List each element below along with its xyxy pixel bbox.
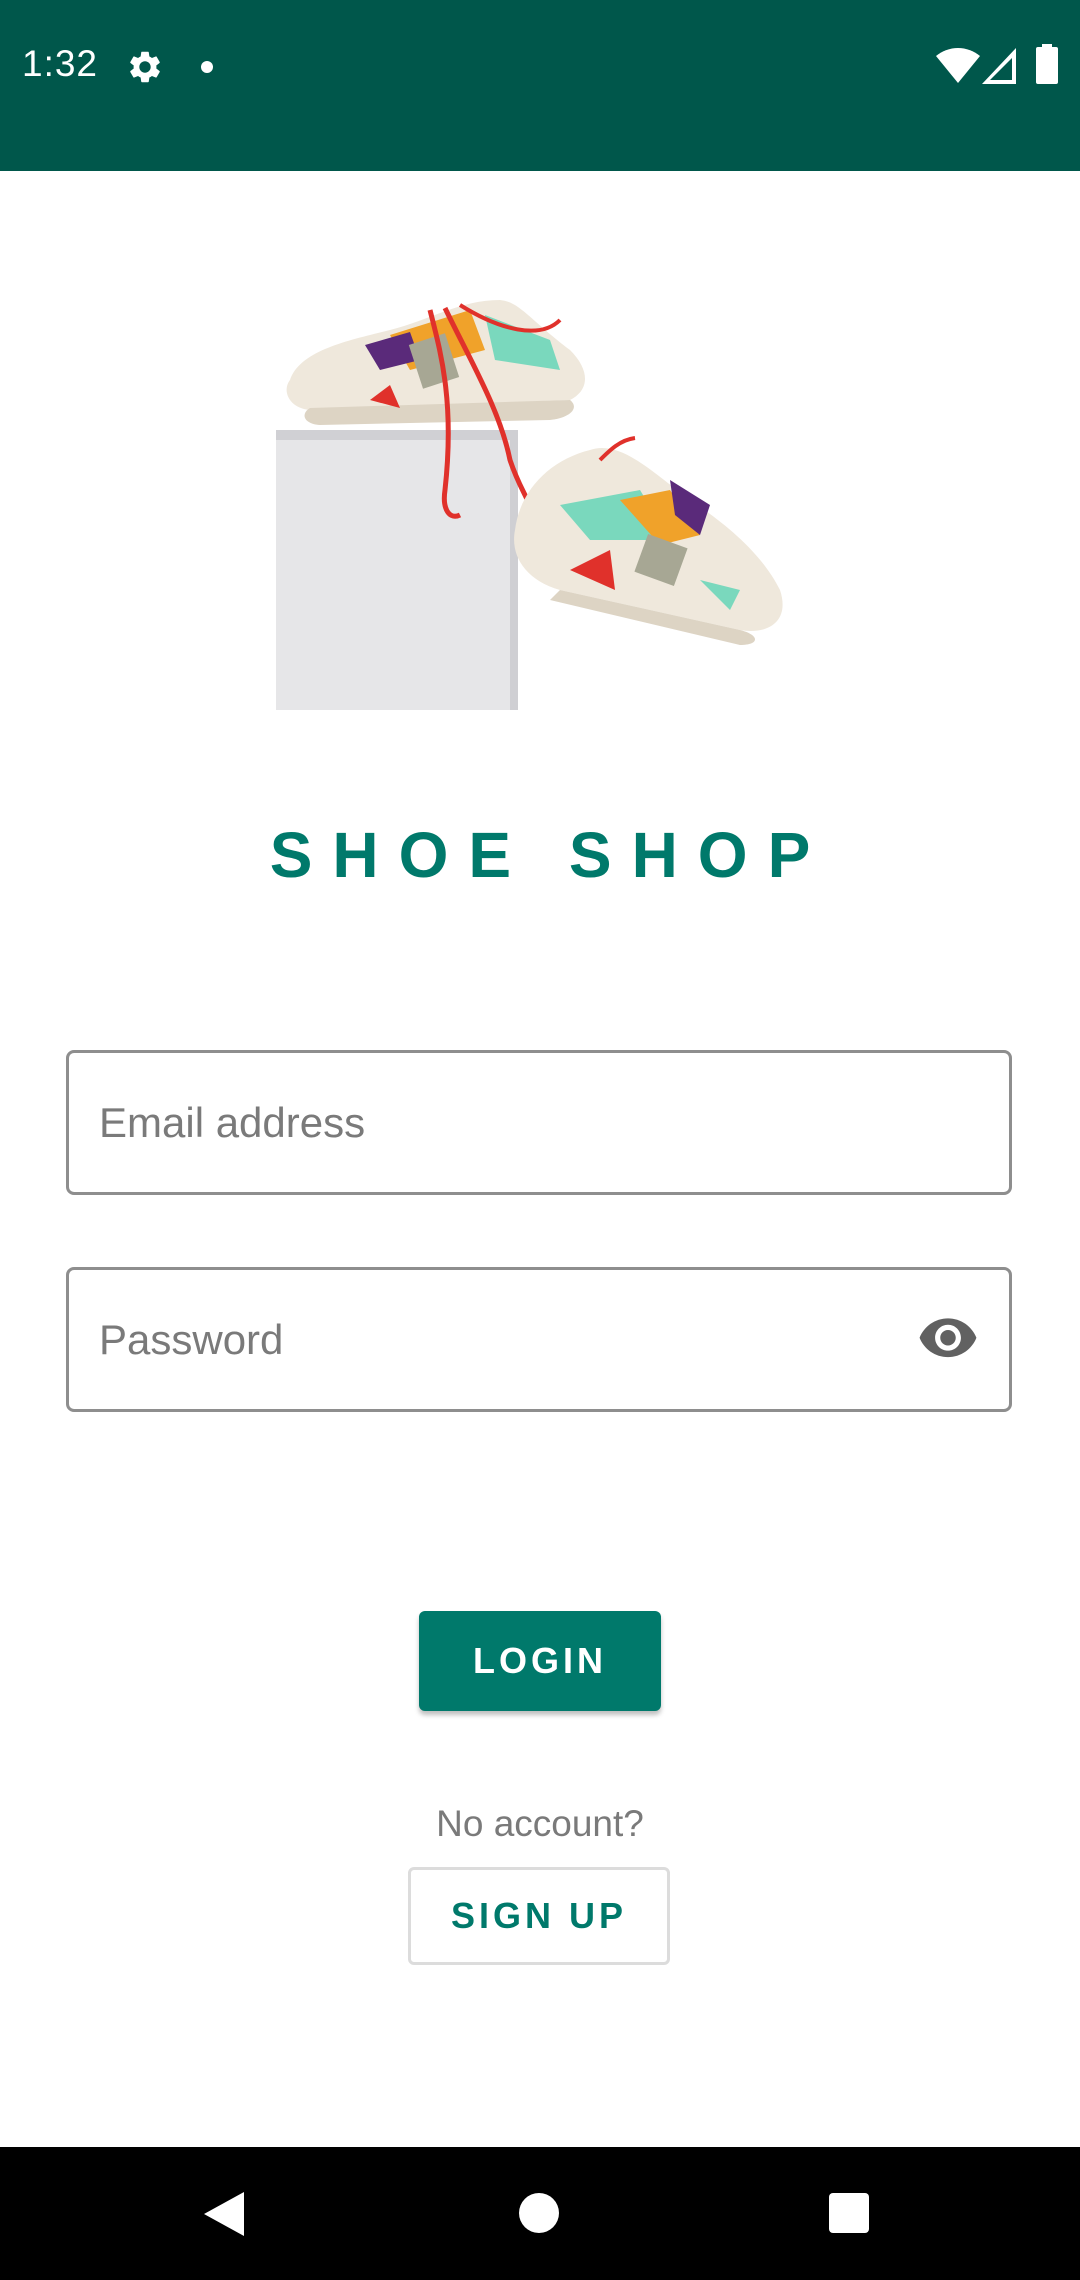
battery-icon (1036, 44, 1058, 84)
email-input[interactable] (99, 1053, 919, 1192)
status-time: 1:32 (22, 43, 99, 84)
navigation-bar (0, 2147, 1080, 2280)
no-account-text: No account? (436, 1803, 644, 1844)
wifi-icon (936, 48, 980, 83)
signup-button[interactable]: SIGN UP (408, 1867, 670, 1965)
app-title: SHOE SHOP (269, 819, 831, 891)
recents-icon[interactable] (829, 2193, 869, 2233)
gear-icon (130, 51, 160, 83)
sneakers-hero-image (276, 300, 783, 710)
status-bar: 1:32 (0, 0, 1080, 171)
signal-icon (982, 48, 1016, 84)
password-input[interactable] (99, 1270, 919, 1409)
eye-icon[interactable] (917, 1317, 979, 1361)
back-icon[interactable] (204, 2192, 244, 2236)
home-icon[interactable] (519, 2193, 559, 2233)
email-field[interactable] (66, 1050, 1012, 1195)
password-field[interactable] (66, 1267, 1012, 1412)
notification-dot (201, 61, 213, 73)
login-button[interactable]: LOGIN (419, 1611, 661, 1711)
